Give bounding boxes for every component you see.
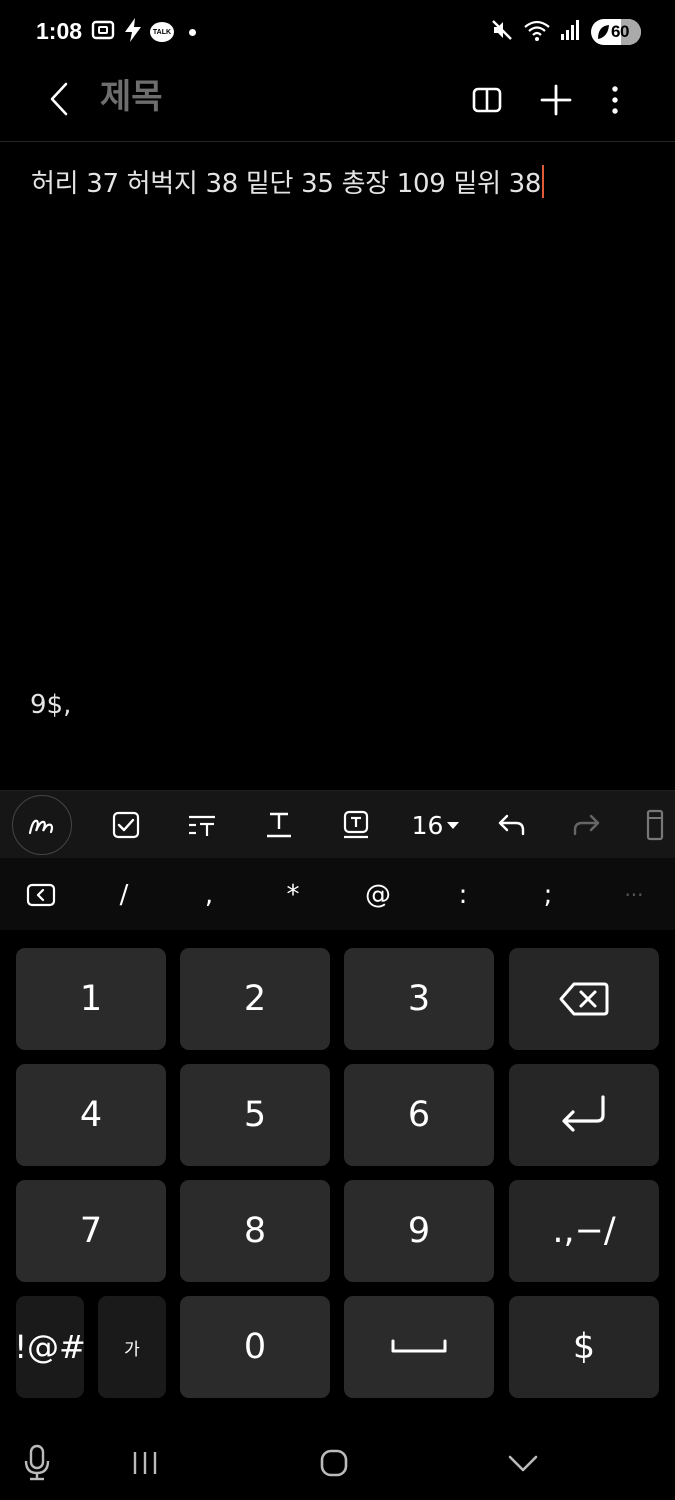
charging-bolt-icon	[123, 17, 143, 48]
text-style-icon	[189, 815, 215, 836]
chevron-down-icon	[508, 1455, 538, 1472]
reading-mode-button[interactable]	[463, 76, 511, 124]
checkbox-button[interactable]	[96, 795, 156, 855]
key-6[interactable]: 6	[344, 1064, 494, 1166]
symbol-key-colon[interactable]: :	[436, 870, 490, 920]
key-8[interactable]: 8	[180, 1180, 330, 1282]
symbol-key-semicolon[interactable]: ;	[521, 870, 575, 920]
handwriting-pen-button[interactable]	[12, 795, 72, 855]
battery-level: 60	[611, 22, 629, 41]
punctuation-key[interactable]: .,−/	[509, 1180, 659, 1282]
caret-down-icon	[447, 822, 460, 829]
key-7[interactable]: 7	[16, 1180, 166, 1282]
key-4[interactable]: 4	[16, 1064, 166, 1166]
key-9[interactable]: 9	[344, 1180, 494, 1282]
wifi-icon	[523, 18, 551, 47]
chevron-left-icon	[50, 82, 68, 116]
symbol-key-comma[interactable]: ,	[182, 870, 236, 920]
language-key[interactable]: 가	[98, 1296, 166, 1398]
microphone-icon	[24, 1444, 50, 1481]
text-box-button[interactable]	[326, 795, 386, 855]
status-time: 1:08	[36, 18, 83, 44]
note-title-input[interactable]	[100, 72, 430, 122]
key-5[interactable]: 5	[180, 1064, 330, 1166]
text-box-icon	[343, 810, 369, 839]
status-bar: 1:08 TALK 60	[0, 0, 675, 64]
symbol-more-button[interactable]: ···	[607, 870, 661, 920]
battery-leaf-icon	[598, 25, 609, 39]
more-options-button[interactable]	[591, 76, 639, 124]
add-icon	[540, 84, 572, 116]
recent-apps-button[interactable]	[120, 1438, 170, 1488]
text-style-button[interactable]	[172, 795, 232, 855]
recent-apps-icon	[133, 1452, 157, 1474]
signal-icon	[560, 18, 582, 47]
checkbox-icon	[112, 811, 140, 839]
keyboard-suggestion[interactable]: 9$,	[30, 690, 71, 720]
symbol-key-slash[interactable]: /	[97, 870, 151, 920]
dollar-key[interactable]: $	[509, 1296, 659, 1398]
space-icon	[391, 1339, 447, 1353]
key-2[interactable]: 2	[180, 948, 330, 1050]
note-app-bar	[0, 64, 675, 142]
note-body-text: 허리 37 허벅지 38 밑단 35 총장 109 밑위 38	[31, 169, 542, 199]
enter-key[interactable]	[509, 1064, 659, 1166]
home-icon	[320, 1449, 348, 1477]
key-0[interactable]: 0	[180, 1296, 330, 1398]
text-underline-button[interactable]	[249, 795, 309, 855]
undo-button[interactable]	[481, 795, 541, 855]
text-caret	[542, 165, 545, 198]
note-body-editor[interactable]: 허리 37 허벅지 38 밑단 35 총장 109 밑위 38	[31, 163, 545, 200]
notification-dot-icon	[189, 28, 196, 36]
redo-icon	[573, 814, 600, 836]
space-key[interactable]	[344, 1296, 494, 1398]
hide-keyboard-button[interactable]	[498, 1438, 548, 1488]
more-tools-button[interactable]	[628, 795, 675, 855]
undo-icon	[498, 814, 525, 836]
mute-icon	[490, 18, 514, 47]
more-tools-icon	[646, 809, 664, 841]
add-button[interactable]	[532, 76, 580, 124]
format-toolbar: 16	[0, 790, 675, 858]
kakaotalk-icon: TALK	[150, 22, 174, 42]
redo-button[interactable]	[557, 795, 617, 855]
symbol-key-at[interactable]: @	[351, 870, 405, 920]
more-options-icon	[612, 86, 618, 114]
symbols-key[interactable]: !@#	[14, 1296, 86, 1398]
back-button[interactable]	[36, 76, 82, 122]
battery-icon: 60	[591, 19, 641, 45]
screenshot-icon	[90, 18, 116, 47]
home-button[interactable]	[309, 1438, 359, 1488]
key-1[interactable]: 1	[16, 948, 166, 1050]
numeric-keypad: 1 2 3 4 5 6 7 8 9 .,−/ !@# 가 0 $	[0, 930, 675, 1410]
symbol-key-asterisk[interactable]: *	[266, 870, 320, 920]
handwriting-pen-icon	[28, 819, 54, 835]
symbol-strip: / , * @ : ; ···	[0, 858, 675, 930]
backspace-key[interactable]	[509, 948, 659, 1050]
system-nav-bar	[0, 1420, 675, 1500]
status-icons-right: 60	[490, 18, 641, 46]
reading-mode-icon	[472, 87, 502, 113]
backspace-icon	[559, 982, 609, 1016]
status-icons-left: TALK	[90, 17, 196, 48]
text-underline-icon	[267, 812, 291, 838]
keyboard-back-icon	[26, 883, 56, 907]
font-size-dropdown[interactable]: 16	[404, 795, 468, 855]
voice-input-button[interactable]	[12, 1438, 62, 1488]
font-size-value: 16	[411, 810, 444, 840]
key-3[interactable]: 3	[344, 948, 494, 1050]
collapse-keyboard-button[interactable]	[14, 870, 68, 920]
enter-icon	[562, 1095, 605, 1132]
